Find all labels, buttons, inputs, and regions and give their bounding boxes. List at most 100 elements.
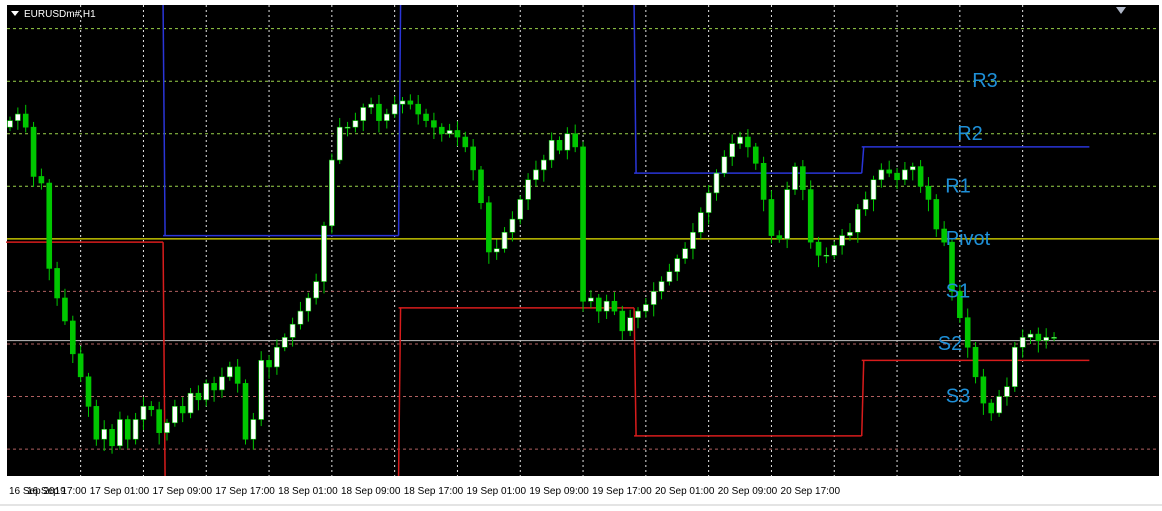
- candle-body: [124, 419, 131, 440]
- candle-body: [682, 248, 688, 259]
- candle-body: [996, 396, 1002, 414]
- candle-body: [62, 297, 68, 322]
- candle-body: [878, 169, 885, 181]
- candle-body: [164, 422, 170, 433]
- candle-body: [470, 146, 476, 171]
- x-tick-label: 20 Sep 17:00: [781, 486, 841, 497]
- candle-body: [1004, 386, 1010, 397]
- candle-body: [760, 163, 767, 200]
- candle-body: [862, 199, 869, 210]
- candle-body: [368, 103, 374, 108]
- candle-body: [556, 140, 563, 151]
- candle-body: [15, 113, 21, 121]
- candle-body: [768, 199, 775, 236]
- candle-body: [784, 189, 790, 240]
- candle-body: [870, 179, 877, 200]
- candle-body: [674, 258, 681, 273]
- x-tick-label: 19 Sep 09:00: [529, 486, 589, 497]
- candle-body: [258, 360, 265, 420]
- candle-body: [407, 100, 414, 105]
- candle-body: [360, 107, 367, 121]
- candle-body: [611, 300, 618, 312]
- candle-body: [227, 366, 233, 378]
- candle: [1011, 341, 1018, 392]
- x-tick-label: 18 Sep 09:00: [341, 486, 401, 497]
- level-label-s3: S3: [946, 386, 970, 408]
- candle-body: [305, 297, 312, 312]
- candle-body: [988, 402, 995, 414]
- candle-body: [1027, 333, 1034, 338]
- candle-body: [383, 113, 390, 121]
- candle-body: [148, 406, 155, 410]
- level-label-s2: S2: [938, 333, 962, 355]
- candle-body: [792, 166, 798, 190]
- candle-body: [140, 406, 147, 420]
- candle-body: [603, 300, 610, 312]
- candle-body: [580, 146, 586, 302]
- candle-body: [823, 254, 830, 257]
- candle-body: [917, 166, 924, 187]
- candle-body: [705, 192, 712, 213]
- candle-body: [219, 376, 225, 391]
- x-tick-label: 16 Sep 17:00: [27, 486, 87, 497]
- candle-body: [1019, 337, 1026, 348]
- candle-body: [894, 172, 900, 181]
- candle-body: [658, 281, 665, 292]
- candle-body: [399, 100, 406, 105]
- candle-body: [540, 159, 547, 171]
- candle-body: [713, 172, 720, 194]
- candle-body: [902, 169, 908, 181]
- candle-body: [525, 179, 531, 200]
- candle-body: [1043, 337, 1049, 341]
- x-tick-label: 19 Sep 01:00: [467, 486, 527, 497]
- x-tick-label: 17 Sep 17:00: [215, 486, 275, 497]
- level-label-s1: S1: [946, 280, 970, 302]
- candle-body: [321, 225, 327, 282]
- candle-body: [22, 113, 29, 128]
- symbol-dropdown-icon[interactable]: [11, 11, 19, 16]
- candle-body: [313, 281, 319, 299]
- candle: [46, 179, 53, 281]
- candle-body: [431, 120, 437, 128]
- candle-body: [30, 126, 37, 177]
- candle-body: [572, 133, 579, 148]
- candle-body: [77, 353, 84, 378]
- x-tick-label: 19 Sep 17:00: [592, 486, 652, 497]
- candle-body: [415, 103, 422, 115]
- x-tick-label: 18 Sep 01:00: [278, 486, 338, 497]
- candle-body: [7, 120, 13, 128]
- candle: [93, 399, 100, 446]
- candle-body: [925, 186, 932, 200]
- candle-body: [650, 291, 657, 305]
- candle-body: [195, 392, 202, 401]
- candle-body: [847, 231, 853, 236]
- candle-body: [800, 166, 806, 190]
- price-chart[interactable]: R3R2R1PivotS1S2S316 Sep 201916 Sep 17:00…: [0, 0, 1162, 511]
- candle-body: [289, 323, 296, 338]
- candle-body: [101, 429, 107, 440]
- chart-shift-marker-icon[interactable]: [1116, 7, 1126, 14]
- candle-body: [211, 383, 217, 391]
- candle: [580, 141, 586, 312]
- level-label-r3: R3: [972, 70, 998, 92]
- candle-body: [478, 169, 484, 204]
- candle-body: [336, 126, 343, 161]
- symbol-timeframe-label: EURUSDm#,H1: [24, 9, 96, 20]
- x-tick-label: 17 Sep 09:00: [153, 486, 213, 497]
- candle-body: [329, 159, 335, 227]
- candle-body: [70, 320, 76, 355]
- candle-body: [501, 231, 508, 250]
- candle-body: [729, 143, 736, 158]
- candle-body: [1051, 337, 1057, 339]
- candle-body: [38, 176, 45, 184]
- candle-body: [643, 304, 649, 312]
- candle-body: [352, 120, 359, 128]
- candle-body: [964, 317, 971, 348]
- candle-body: [54, 268, 60, 299]
- candle-body: [548, 140, 555, 161]
- candle-body: [156, 409, 162, 433]
- candle-body: [886, 169, 893, 174]
- candle-body: [721, 156, 728, 174]
- candle-body: [1035, 333, 1042, 341]
- candle-body: [635, 310, 641, 318]
